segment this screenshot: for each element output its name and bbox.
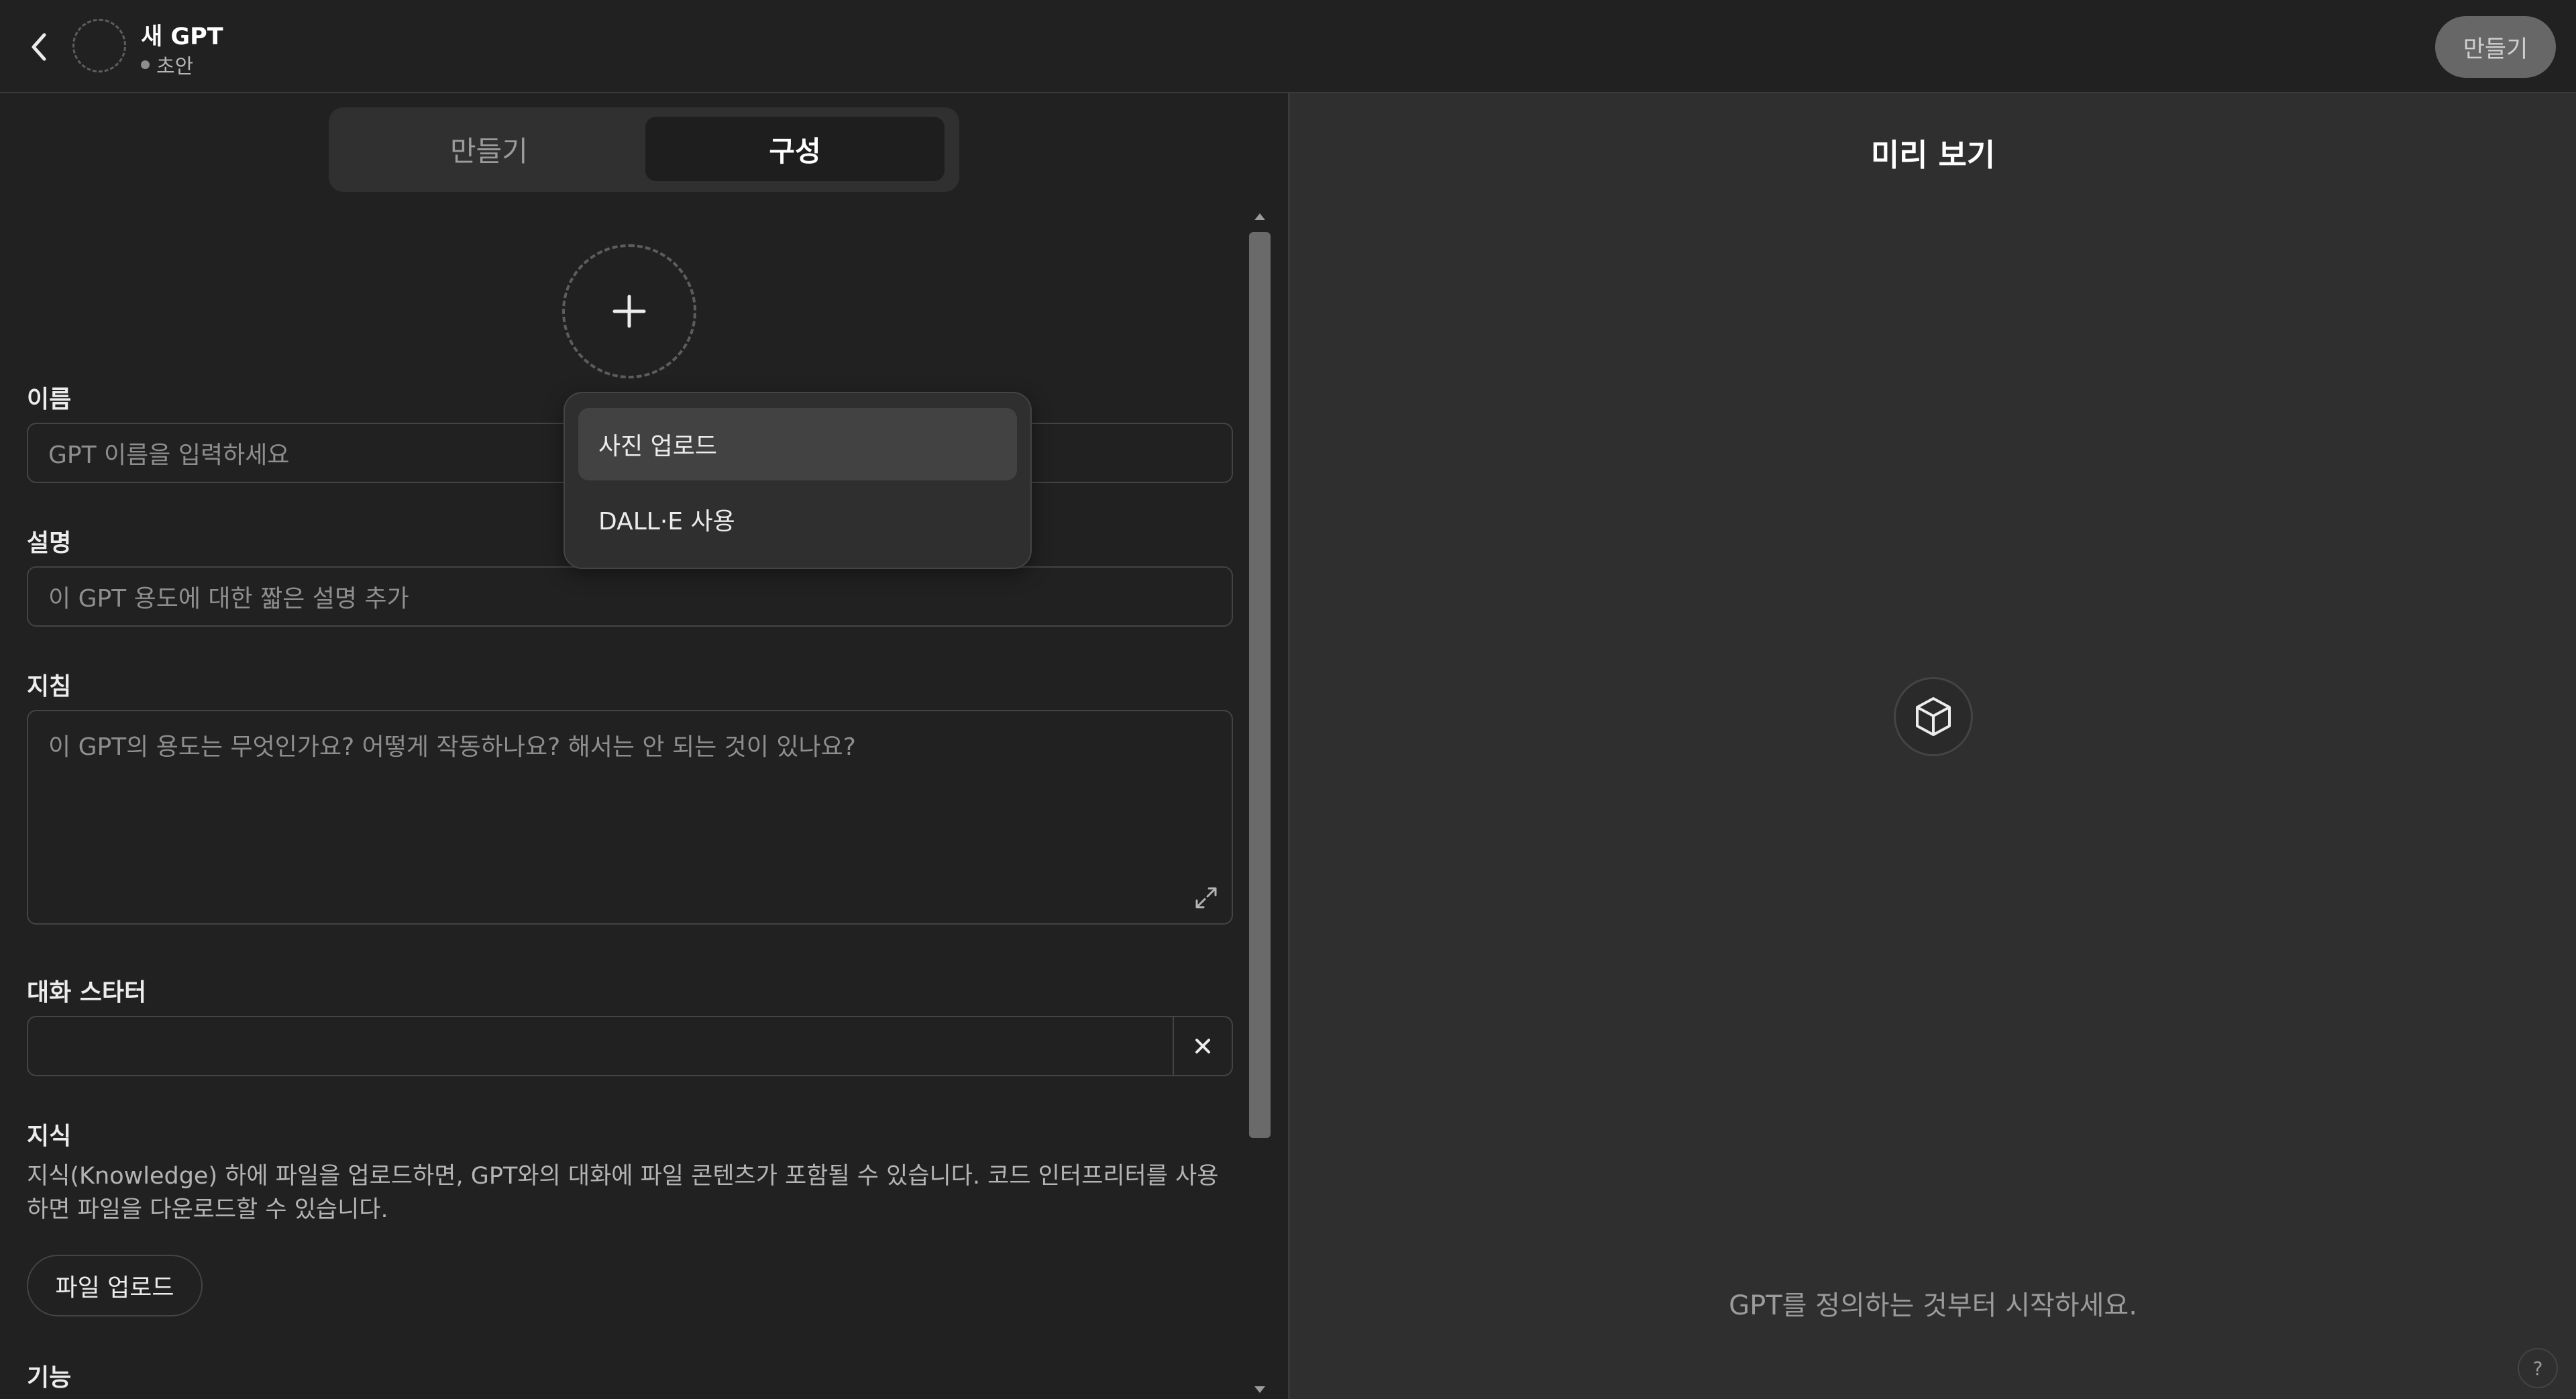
preview-hint: GPT를 정의하는 것부터 시작하세요. — [1729, 1290, 2137, 1321]
top-bar: 새 GPT 초안 만들기 — [0, 0, 2576, 93]
scroll-down-icon[interactable] — [1252, 1384, 1268, 1397]
close-icon — [1195, 1039, 1210, 1053]
gpt-avatar-placeholder — [72, 19, 126, 72]
gpt-title: 새 GPT — [141, 23, 223, 50]
tab-configure[interactable]: 구성 — [645, 117, 945, 181]
name-label: 이름 — [27, 386, 72, 413]
back-button[interactable] — [23, 27, 56, 67]
upload-files-button[interactable]: 파일 업로드 — [27, 1255, 203, 1316]
avatar-upload-button[interactable] — [562, 244, 696, 378]
cube-icon — [1916, 697, 1951, 736]
status-dot-icon — [141, 60, 150, 69]
tab-create[interactable]: 만들기 — [339, 117, 639, 181]
chevron-left-icon — [32, 33, 46, 61]
create-button[interactable]: 만들기 — [2435, 16, 2556, 78]
description-placeholder: 이 GPT 용도에 대한 짧은 설명 추가 — [48, 585, 409, 613]
mode-tabs: 만들기 구성 — [329, 107, 959, 192]
help-button[interactable]: ? — [2518, 1348, 2558, 1388]
preview-pane: 미리 보기 GPT를 정의하는 것부터 시작하세요. ? — [1288, 93, 2576, 1399]
conversation-starters-label: 대화 스타터 — [27, 979, 147, 1006]
clear-starter-button[interactable] — [1173, 1017, 1232, 1075]
preview-title: 미리 보기 — [1870, 137, 1996, 173]
menu-item-use-dalle[interactable]: DALL·E 사용 — [578, 483, 1017, 556]
scroll-up-icon[interactable] — [1252, 209, 1268, 223]
capabilities-label: 기능 — [27, 1364, 72, 1392]
menu-item-upload-photo[interactable]: 사진 업로드 — [578, 408, 1017, 480]
description-label: 설명 — [27, 529, 72, 557]
status-label: 초안 — [156, 55, 194, 79]
instructions-label: 지침 — [27, 673, 72, 701]
knowledge-label: 지식 — [27, 1123, 72, 1150]
conversation-starter-field[interactable] — [27, 1016, 1233, 1076]
gpt-builder-screen: 새 GPT 초안 만들기 만들기 구성 사진 업로드 DALL·E 사용 이름 … — [0, 0, 2576, 1399]
description-field[interactable]: 이 GPT 용도에 대한 짧은 설명 추가 — [27, 566, 1233, 627]
instructions-placeholder: 이 GPT의 용도는 무엇인가요? 어떻게 작동하나요? 해서는 안 되는 것이… — [48, 733, 856, 761]
avatar-menu: 사진 업로드 DALL·E 사용 — [564, 392, 1032, 569]
knowledge-description: 지식(Knowledge) 하에 파일을 업로드하면, GPT와의 대화에 파일… — [27, 1163, 1219, 1223]
scroll-thumb[interactable] — [1249, 232, 1271, 1138]
name-placeholder: GPT 이름을 입력하세요 — [48, 442, 290, 469]
draft-status: 초안 — [141, 50, 193, 79]
expand-icon[interactable] — [1193, 884, 1220, 911]
plus-icon — [612, 295, 646, 328]
gpt-preview-avatar — [1894, 677, 1973, 756]
instructions-field[interactable]: 이 GPT의 용도는 무엇인가요? 어떻게 작동하나요? 해서는 안 되는 것이… — [27, 710, 1233, 925]
editor-scrollbar[interactable] — [1246, 205, 1273, 1399]
